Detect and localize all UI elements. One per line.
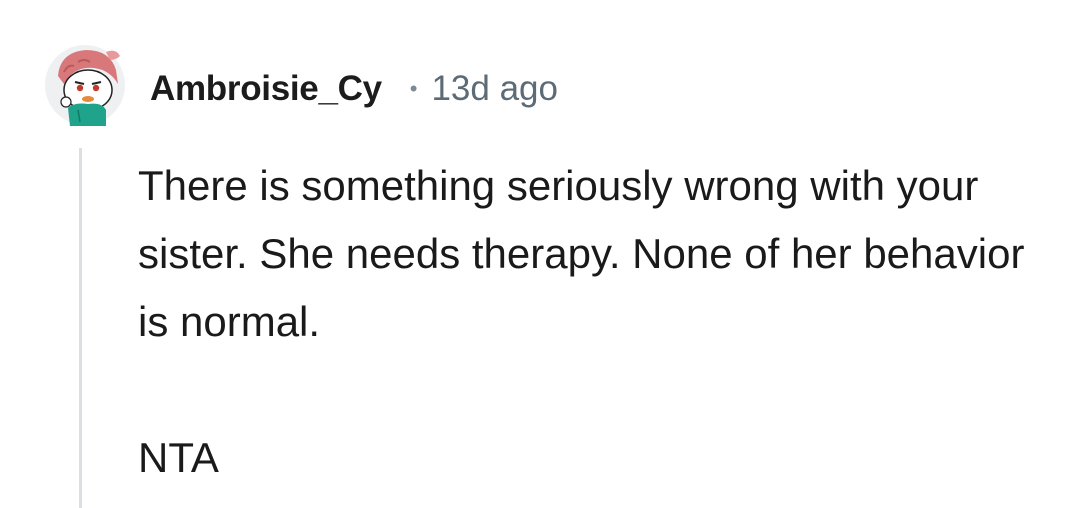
comment-body: There is something seriously wrong with … [138,152,1038,492]
thread-collapse-line[interactable] [79,148,82,508]
author-username[interactable]: Ambroisie_Cy [150,69,382,109]
comment: Ambroisie_Cy • 13d ago There is somethin… [0,0,1080,508]
comment-paragraph: NTA [138,434,219,481]
comment-paragraph: There is something seriously wrong with … [138,162,1025,345]
snoo-avatar-icon [45,45,125,126]
comment-timestamp[interactable]: 13d ago [431,69,558,109]
avatar[interactable] [44,44,126,126]
meta-separator: • [409,76,418,101]
comment-header: Ambroisie_Cy • 13d ago [150,66,558,112]
